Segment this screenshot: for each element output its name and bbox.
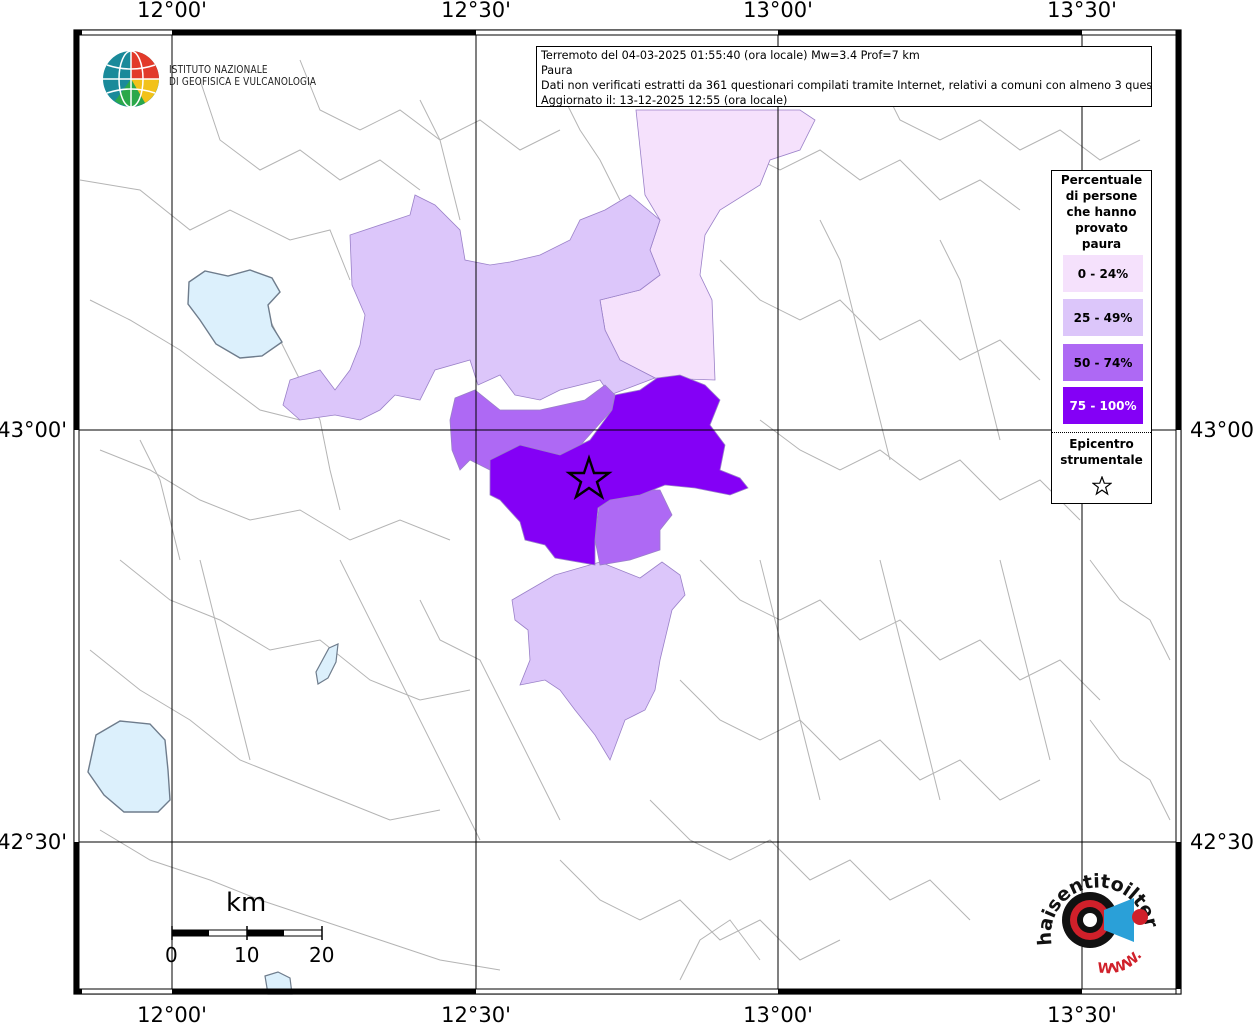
event-info-line-3: Dati non verificati estratti da 361 ques…	[541, 79, 1152, 92]
event-info-line-4: Aggiornato il: 13-12-2025 12:55 (ora loc…	[541, 94, 788, 107]
lon-label-top-3: 13°00'	[743, 0, 813, 22]
lat-label-left-2: 42°30'	[0, 830, 67, 854]
lon-label-bottom-1: 12°00'	[137, 1003, 207, 1024]
legend-class-1: 0 - 24%	[1063, 255, 1143, 292]
legend-separator	[1052, 432, 1151, 433]
legend-class-3: 50 - 74%	[1063, 344, 1143, 381]
lake-bolsena	[87, 720, 171, 813]
scale-tick-10: 10	[234, 943, 260, 967]
institute-line-2: DI GEOFISICA E VULCANOLOGIA	[169, 76, 317, 88]
ingv-globe-icon	[103, 50, 159, 108]
area-class-2-south	[511, 561, 686, 761]
logo-question-icon	[1132, 909, 1148, 925]
logo-www-text: WWW.	[1097, 948, 1146, 978]
legend-class-4-label: 75 - 100%	[1069, 398, 1137, 413]
institute-line-1: ISTITUTO NAZIONALE	[169, 64, 268, 76]
event-info-line-2: Paura	[541, 64, 573, 77]
legend-class-2-label: 25 - 49%	[1073, 310, 1133, 325]
lat-label-right-1: 43°00'	[1190, 418, 1255, 442]
lake-corbara	[315, 643, 339, 685]
haisentito-logo: haisentitoilterremoto.it WWW.	[1030, 850, 1163, 978]
event-info-line-1: Terremoto del 04-03-2025 01:55:40 (ora l…	[541, 49, 920, 62]
lon-label-top-2: 12°30'	[441, 0, 511, 22]
legend-star-icon	[1092, 476, 1112, 496]
lon-label-top-1: 12°00'	[137, 0, 207, 22]
legend-class-2: 25 - 49%	[1063, 299, 1143, 336]
scale-tick-20: 20	[309, 943, 335, 967]
lat-label-left-1: 43°00'	[0, 418, 67, 442]
institute-name: ISTITUTO NAZIONALE DI GEOFISICA E VULCAN…	[169, 64, 316, 88]
lake-trasimeno	[187, 269, 283, 359]
lon-label-bottom-2: 12°30'	[441, 1003, 511, 1024]
lon-label-bottom-4: 13°30'	[1047, 1003, 1117, 1024]
scale-bar	[171, 926, 323, 940]
lat-label-right-2: 42°30'	[1190, 830, 1255, 854]
event-info-box: Terremoto del 04-03-2025 01:55:40 (ora l…	[536, 46, 1152, 107]
legend-class-4: 75 - 100%	[1063, 387, 1143, 424]
legend-title: Percentuale di persone che hanno provato…	[1060, 173, 1143, 251]
legend-epicenter-label: Epicentro strumentale	[1060, 437, 1143, 467]
lon-label-top-4: 13°30'	[1047, 0, 1117, 22]
scale-tick-0: 0	[165, 943, 178, 967]
lon-label-bottom-3: 13°00'	[743, 1003, 813, 1024]
legend: Percentuale di persone che hanno provato…	[1051, 170, 1152, 504]
legend-class-1-label: 0 - 24%	[1077, 266, 1129, 281]
legend-class-3-label: 50 - 74%	[1073, 355, 1133, 370]
scale-unit: km	[226, 888, 267, 918]
